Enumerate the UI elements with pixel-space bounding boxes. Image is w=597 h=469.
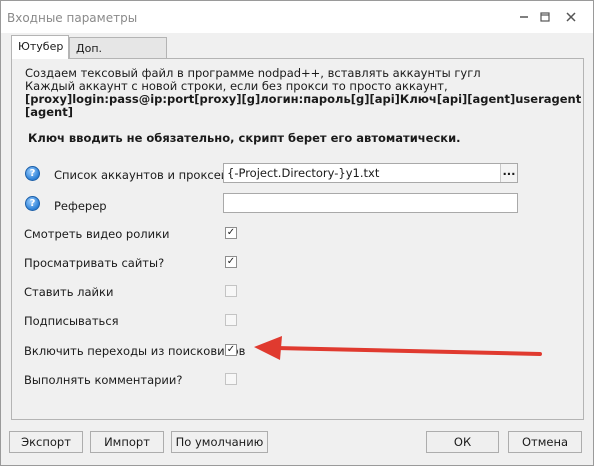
checkbox-watch-videos[interactable]: ✓	[225, 227, 237, 239]
ok-button[interactable]: ОК	[426, 431, 499, 453]
checkbox-subscribe[interactable]	[225, 314, 237, 326]
option-label-search-referrals: Включить переходы из поисковиков	[24, 344, 246, 358]
annotation-arrow	[254, 336, 542, 360]
minimize-icon[interactable]	[513, 7, 535, 27]
referer-label: Реферер	[54, 199, 107, 213]
key-note: Ключ вводить не обязательно, скрипт бере…	[28, 131, 461, 145]
cancel-button[interactable]: Отмена	[508, 431, 582, 453]
close-icon[interactable]	[560, 7, 582, 27]
tab-panel: Создаем тексовый файл в программе nodpad…	[11, 58, 584, 420]
import-button[interactable]: Импорт	[90, 431, 164, 453]
instruction-line-3: [proxy]login:pass@ip:port[proxy][g]логин…	[25, 92, 582, 106]
option-label-comments: Выполнять комментарии?	[24, 373, 183, 387]
browse-button[interactable]: ...	[500, 164, 517, 182]
help-icon[interactable]: ?	[25, 166, 40, 181]
tab-extra-settings[interactable]: Доп. настройки	[69, 37, 167, 76]
option-label-likes: Ставить лайки	[24, 285, 114, 299]
option-label-browse-sites: Просматривать сайты?	[24, 256, 165, 270]
referer-input[interactable]	[223, 193, 518, 213]
maximize-icon[interactable]	[534, 7, 556, 27]
defaults-button[interactable]: По умолчанию	[171, 431, 268, 453]
checkbox-comments[interactable]	[225, 373, 237, 385]
instructions: Создаем тексовый файл в программе nodpad…	[25, 67, 581, 119]
window-title: Входные параметры	[7, 11, 138, 25]
help-icon[interactable]: ?	[25, 196, 40, 211]
accounts-file-input[interactable]: {-Project.Directory-}y1.txt ...	[223, 163, 518, 183]
accounts-file-value: {-Project.Directory-}y1.txt	[227, 166, 380, 180]
tab-youtuber[interactable]: Ютубер	[11, 35, 69, 59]
title-bar: Входные параметры	[1, 1, 593, 33]
option-label-watch-videos: Смотреть видео ролики	[24, 227, 170, 241]
checkbox-search-referrals[interactable]: ✓	[225, 344, 237, 356]
checkbox-likes[interactable]	[225, 285, 237, 297]
instruction-line-4: [agent]	[25, 105, 73, 119]
checkbox-browse-sites[interactable]: ✓	[225, 256, 237, 268]
accounts-label: Список аккаунтов и проксей	[54, 168, 229, 182]
export-button[interactable]: Экспорт	[9, 431, 83, 453]
option-label-subscribe: Подписываться	[24, 314, 119, 328]
dialog-window: Входные параметры Ютубер Доп. настройки …	[0, 0, 594, 466]
